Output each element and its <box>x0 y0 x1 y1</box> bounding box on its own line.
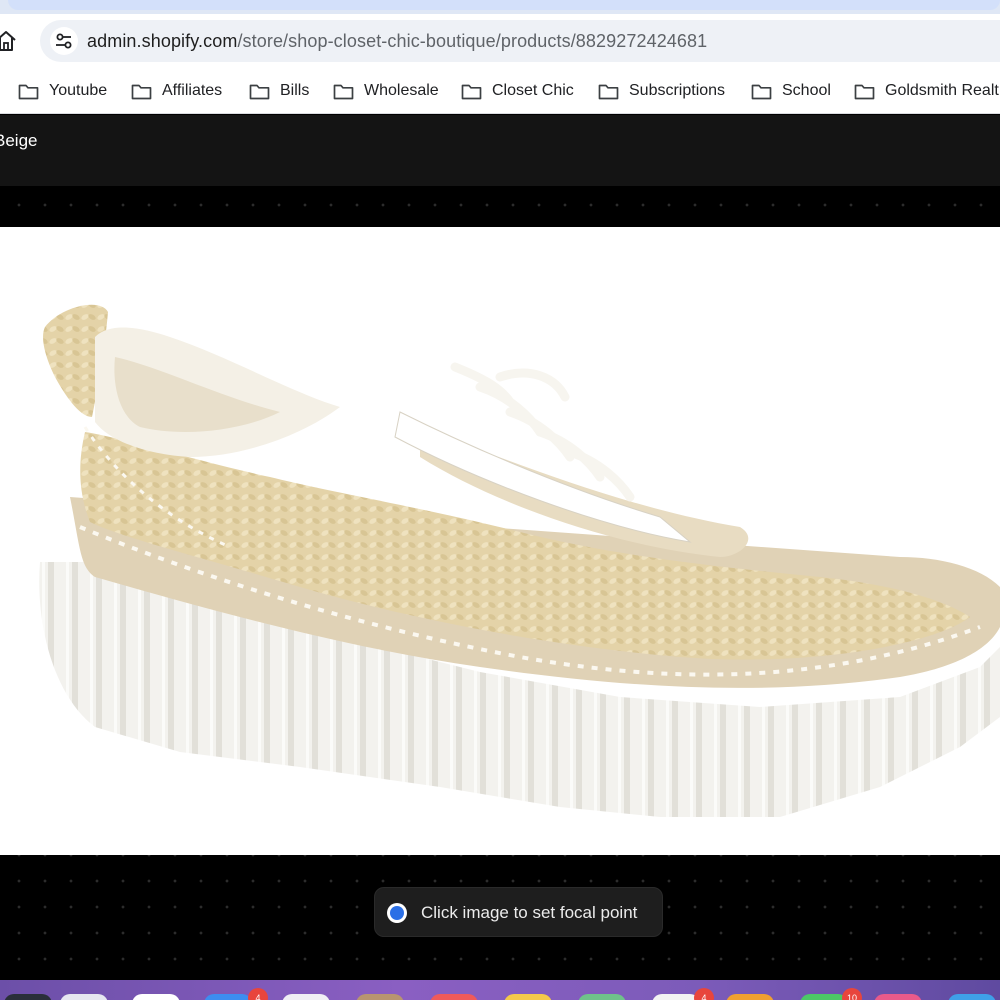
active-tab-edge[interactable] <box>8 0 1000 10</box>
editor-header: Beige <box>0 115 1000 186</box>
notification-badge: 4 <box>694 988 714 1000</box>
notification-badge: 4 <box>248 988 268 1000</box>
dock-app-icon[interactable] <box>874 994 922 1000</box>
dock-app-icon[interactable] <box>948 994 996 1000</box>
bookmark-label: Bills <box>280 82 310 99</box>
dock-app-icon[interactable] <box>204 994 252 1000</box>
site-info-button[interactable] <box>50 27 78 55</box>
notification-badge: 10 <box>842 988 862 1000</box>
dock-app-icon[interactable] <box>430 994 478 1000</box>
dock-app-icon[interactable] <box>132 994 180 1000</box>
url-host: admin.shopify.com <box>87 31 238 51</box>
folder-icon <box>249 84 270 99</box>
bookmark-label: Closet Chic <box>492 82 574 99</box>
dock-app-icon[interactable] <box>800 994 848 1000</box>
bookmark-label: Subscriptions <box>629 82 726 99</box>
bookmark-subscriptions[interactable]: Subscriptions <box>598 78 725 104</box>
dock-app-icon[interactable] <box>356 994 404 1000</box>
dock-app-icon[interactable] <box>578 994 626 1000</box>
product-image[interactable] <box>0 227 1000 855</box>
dock-app-icon[interactable] <box>504 994 552 1000</box>
focal-point-hint: Click image to set focal point <box>374 887 663 937</box>
bookmark-closet-chic[interactable]: Closet Chic <box>461 78 574 104</box>
bookmark-school[interactable]: School <box>751 78 831 104</box>
editor-title: Beige <box>0 131 38 150</box>
sneaker-illustration <box>39 304 1000 817</box>
bookmark-label: Goldsmith Realt <box>885 82 999 99</box>
tune-icon <box>56 33 72 49</box>
folder-icon <box>333 84 354 99</box>
folder-icon <box>131 84 152 99</box>
tab-strip <box>0 0 1000 14</box>
focal-hint-text: Click image to set focal point <box>421 903 638 922</box>
bookmark-label: Wholesale <box>364 82 439 99</box>
bookmarks-bar: Youtube Affiliates Bills Wholesale Close… <box>0 68 1000 114</box>
bookmark-label: Youtube <box>49 82 108 99</box>
address-bar[interactable]: admin.shopify.com/store/shop-closet-chic… <box>40 20 1000 62</box>
dock-app-icon[interactable] <box>726 994 774 1000</box>
bookmark-wholesale[interactable]: Wholesale <box>333 78 439 104</box>
url-path: /store/shop-closet-chic-boutique/product… <box>237 31 708 51</box>
home-icon <box>0 31 16 51</box>
dock-app-icon[interactable] <box>60 994 108 1000</box>
folder-icon <box>751 84 772 99</box>
bookmark-label: Affiliates <box>162 82 223 99</box>
bookmark-affiliates[interactable]: Affiliates <box>131 78 222 104</box>
bookmark-bills[interactable]: Bills <box>249 78 309 104</box>
home-button[interactable] <box>0 28 18 54</box>
radio-dot-icon <box>387 903 407 923</box>
folder-icon <box>18 84 39 99</box>
dock-app-icon[interactable] <box>282 994 330 1000</box>
macos-dock: 4 4 10 <box>0 980 1000 1000</box>
dock-app-icon[interactable] <box>652 994 700 1000</box>
bookmark-label: School <box>782 82 831 99</box>
folder-icon <box>461 84 482 99</box>
bookmark-goldsmith-realty[interactable]: Goldsmith Realt <box>854 78 999 104</box>
browser-toolbar: admin.shopify.com/store/shop-closet-chic… <box>0 14 1000 68</box>
folder-icon <box>854 84 875 99</box>
folder-icon <box>598 84 619 99</box>
url-text[interactable]: admin.shopify.com/store/shop-closet-chic… <box>87 31 707 52</box>
bookmark-youtube[interactable]: Youtube <box>18 78 107 104</box>
dock-app-icon[interactable] <box>4 994 52 1000</box>
